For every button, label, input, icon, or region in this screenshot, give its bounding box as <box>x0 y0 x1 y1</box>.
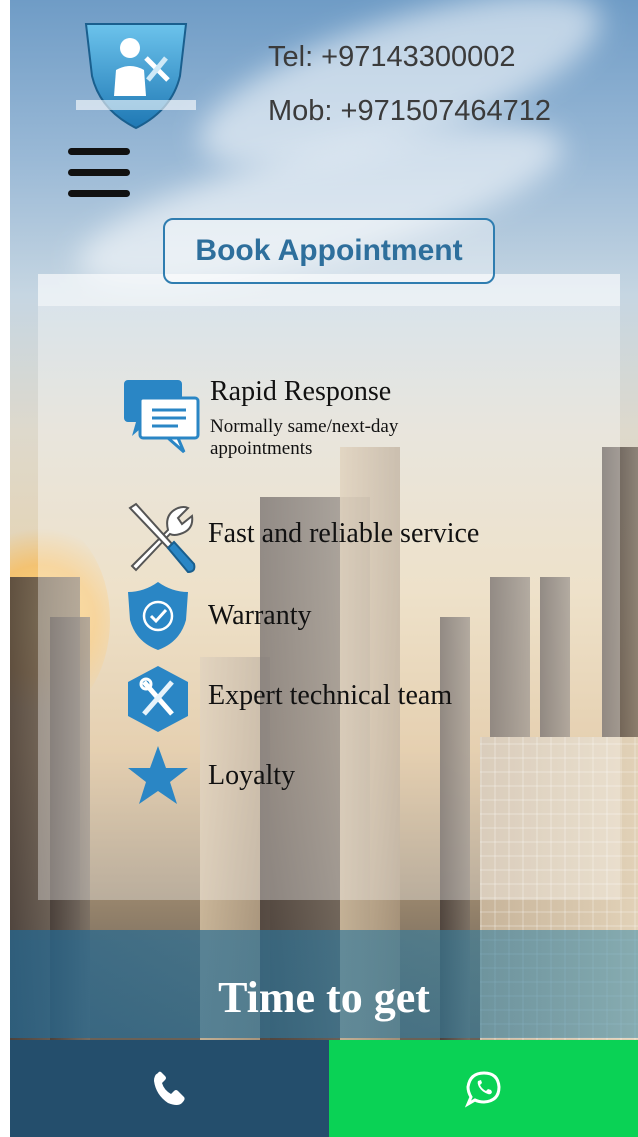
feature-title: Expert technical team <box>208 680 453 711</box>
contact-info: Tel: +97143300002 Mob: +971507464712 <box>268 30 551 138</box>
whatsapp-icon <box>464 1070 501 1107</box>
shield-check-icon <box>128 582 188 650</box>
star-icon <box>128 746 188 804</box>
mobile-number[interactable]: Mob: +971507464712 <box>268 84 551 138</box>
hamburger-menu-icon[interactable] <box>68 148 130 198</box>
company-logo[interactable] <box>76 18 196 130</box>
wrench-screwdriver-icon <box>128 502 196 574</box>
page: Tel: +97143300002 Mob: +971507464712 Boo… <box>10 0 638 1137</box>
feature-warranty: Warranty <box>208 600 311 632</box>
feature-title: Fast and reliable service <box>208 518 480 549</box>
feature-title: Loyalty <box>208 760 296 791</box>
whatsapp-button[interactable] <box>329 1040 638 1137</box>
feature-rapid-response: Rapid Response Normally same/next-day ap… <box>210 376 490 460</box>
feature-title: Warranty <box>208 600 312 631</box>
feature-subtitle: Normally same/next-day appointments <box>210 416 399 459</box>
feature-loyalty: Loyalty <box>208 760 295 792</box>
feature-title: Rapid Response <box>210 376 392 407</box>
section-heading: Time to get <box>218 973 430 1022</box>
book-appointment-button[interactable]: Book Appointment <box>163 218 495 284</box>
chat-bubbles-icon <box>124 380 200 454</box>
tools-hexagon-icon <box>128 666 188 732</box>
feature-fast-reliable: Fast and reliable service <box>208 518 479 550</box>
feature-expert-team: Expert technical team <box>208 680 452 712</box>
call-button[interactable] <box>10 1040 329 1137</box>
tel-number[interactable]: Tel: +97143300002 <box>268 30 551 84</box>
phone-icon <box>153 1071 185 1105</box>
